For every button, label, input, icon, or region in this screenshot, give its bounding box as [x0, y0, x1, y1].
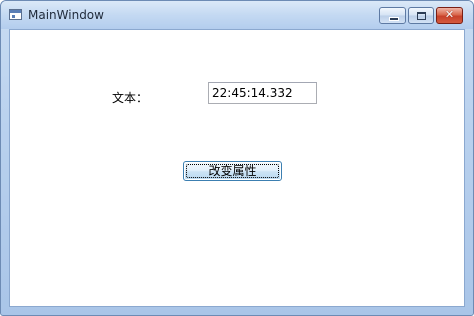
change-property-button-label: 改变属性 [208, 164, 257, 178]
client-area: 文本： 22:45:14.332 改变属性 [9, 29, 465, 307]
maximize-button[interactable] [408, 7, 434, 24]
close-button[interactable]: ✕ [436, 7, 463, 24]
app-window-icon[interactable] [9, 9, 22, 20]
maximize-icon [417, 12, 426, 20]
title-bar[interactable]: MainWindow ✕ [1, 1, 473, 29]
change-property-button[interactable]: 改变属性 [183, 161, 282, 181]
window-title: MainWindow [28, 8, 104, 22]
text-label: 文本： [112, 91, 149, 105]
main-window: MainWindow ✕ 文本： 22:45:14.332 改变属性 [0, 0, 474, 316]
minimize-icon [389, 17, 399, 21]
text-field[interactable]: 22:45:14.332 [208, 82, 317, 104]
close-icon: ✕ [444, 8, 455, 21]
minimize-button[interactable] [379, 7, 406, 24]
